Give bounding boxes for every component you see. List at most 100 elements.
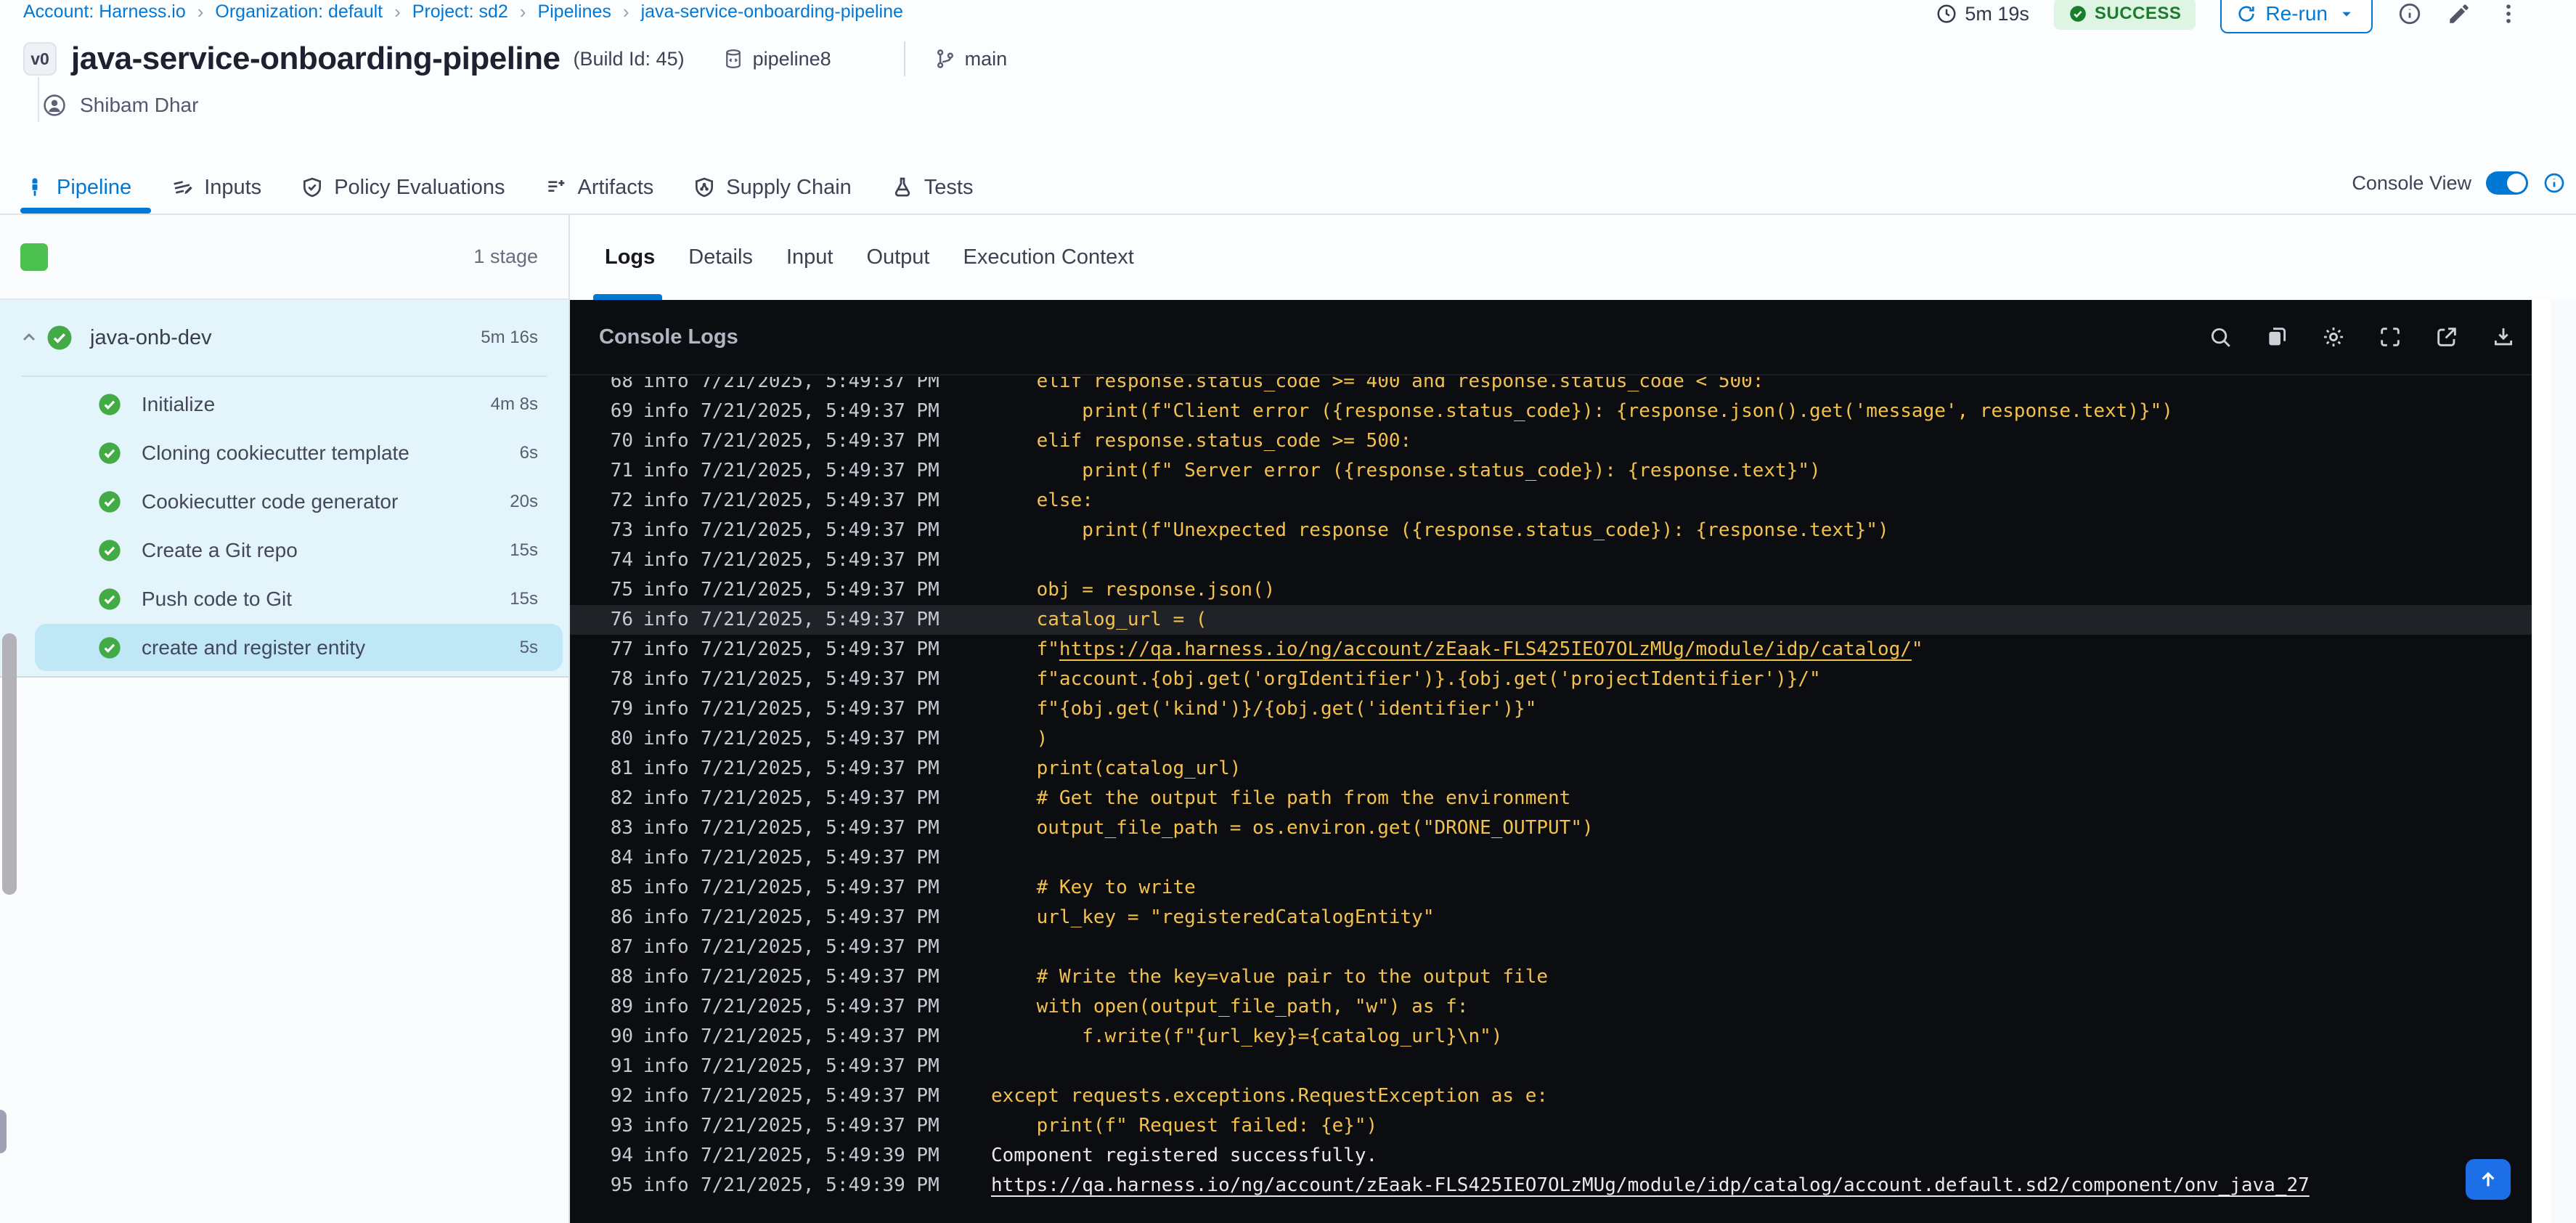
log-level: info: [643, 549, 689, 571]
tab-inputs[interactable]: Inputs: [171, 176, 261, 200]
tab-label: Inputs: [204, 175, 262, 199]
execution-summary: 5m 19s SUCCESS Re-run: [1936, 0, 2521, 33]
arrow-up-icon: [2482, 1171, 2495, 1187]
step-duration: 4m 8s: [490, 394, 538, 414]
tab-policy-evaluations[interactable]: Policy Evaluations: [301, 176, 505, 200]
log-line-number: 88: [610, 966, 633, 988]
settings-icon[interactable]: [2321, 325, 2346, 349]
open-in-new-icon[interactable]: [2434, 325, 2459, 349]
log-line: 91 info 7/21/2025, 5:49:37 PM: [570, 1052, 2532, 1081]
version-badge: v0: [23, 42, 57, 76]
step-row[interactable]: Cookiecutter code generator 20s: [0, 477, 568, 526]
tab-label: Tests: [924, 175, 974, 199]
search-icon[interactable]: [2208, 325, 2233, 349]
tab-label: Supply Chain: [726, 175, 852, 199]
info-icon[interactable]: [2397, 1, 2422, 26]
step-row[interactable]: Cloning cookiecutter template 6s: [0, 428, 568, 477]
detail-tab-execution-context[interactable]: Execution Context: [963, 245, 1134, 269]
log-line-number: 83: [610, 817, 633, 839]
log-text: Component registered successfully.: [991, 1145, 1378, 1166]
more-menu-icon[interactable]: [2496, 1, 2521, 26]
chevron-up-icon[interactable]: [19, 328, 39, 348]
log-text: url_key = "registeredCatalogEntity": [991, 906, 1435, 928]
breadcrumb-link[interactable]: java-service-onboarding-pipeline: [641, 1, 903, 23]
page-title: java-service-onboarding-pipeline: [71, 41, 561, 76]
tab-supply-chain[interactable]: Supply Chain: [693, 176, 852, 200]
console-view-info-icon[interactable]: [2543, 171, 2566, 195]
log-line: 88 info 7/21/2025, 5:49:37 PM # Write the …: [570, 962, 2532, 992]
log-line-number: 68: [610, 377, 633, 392]
detail-tab-logs[interactable]: Logs: [605, 245, 655, 269]
branch[interactable]: main: [934, 47, 1008, 70]
tab-artifacts[interactable]: Artifacts: [545, 176, 653, 200]
scroll-to-top-button[interactable]: [2466, 1159, 2511, 1200]
copy-icon[interactable]: [2265, 325, 2289, 349]
log-level: info: [643, 519, 689, 541]
log-level: info: [643, 668, 689, 690]
log-line: 81 info 7/21/2025, 5:49:37 PM print(catalo…: [570, 754, 2532, 784]
log-line-number: 73: [610, 519, 633, 541]
log-text: obj = response.json(): [991, 579, 1276, 601]
step-name: Cookiecutter code generator: [142, 489, 399, 513]
stage-name: java-onb-dev: [90, 325, 212, 349]
log-timestamp: 7/21/2025, 5:49:37 PM: [701, 668, 939, 690]
step-row[interactable]: Push code to Git 15s: [0, 574, 568, 623]
log-level: info: [643, 609, 689, 630]
stage-count-label: 1 stage: [473, 245, 538, 267]
detail-tab-details[interactable]: Details: [688, 245, 753, 269]
log-level: info: [643, 847, 689, 869]
rerun-button[interactable]: Re-run: [2220, 0, 2373, 33]
breadcrumb-separator: ›: [519, 0, 526, 23]
log-timestamp: 7/21/2025, 5:49:37 PM: [701, 430, 939, 452]
edit-pencil-icon[interactable]: [2447, 1, 2471, 26]
detail-tab-input[interactable]: Input: [786, 245, 833, 269]
log-text: ): [991, 728, 1048, 749]
panel-resize-handle[interactable]: [0, 1110, 7, 1153]
breadcrumb-link[interactable]: Project: sd2: [412, 1, 508, 23]
step-row[interactable]: create and register entity 5s: [0, 623, 568, 672]
console-scrollbar[interactable]: [2532, 300, 2551, 1223]
scrollbar-thumb[interactable]: [2, 633, 17, 895]
log-level: info: [643, 787, 689, 809]
breadcrumb-link[interactable]: Organization: default: [215, 1, 383, 23]
log-text: f"https://qa.harness.io/ng/account/zEaak…: [991, 638, 1923, 660]
log-line: 77 info 7/21/2025, 5:49:37 PM f"https://qa…: [570, 635, 2532, 665]
log-timestamp: 7/21/2025, 5:49:37 PM: [701, 609, 939, 630]
log-timestamp: 7/21/2025, 5:49:37 PM: [701, 996, 939, 1017]
log-line-number: 76: [610, 609, 633, 630]
policy-icon: [301, 176, 324, 199]
log-timestamp: 7/21/2025, 5:49:37 PM: [701, 460, 939, 482]
log-link[interactable]: https://qa.harness.io/ng/account/zEaak-F…: [1059, 638, 1912, 660]
log-line-number: 92: [610, 1085, 633, 1107]
detail-tab-output[interactable]: Output: [866, 245, 929, 269]
console-view-toggle[interactable]: [2486, 171, 2528, 195]
stage-row-java-onb-dev[interactable]: java-onb-dev 5m 16s: [0, 300, 568, 375]
log-timestamp: 7/21/2025, 5:49:37 PM: [701, 817, 939, 839]
repository-icon: [725, 49, 741, 69]
step-row[interactable]: Create a Git repo 15s: [0, 526, 568, 574]
step-row[interactable]: Initialize 4m 8s: [0, 380, 568, 428]
log-timestamp: 7/21/2025, 5:49:37 PM: [701, 519, 939, 541]
detail-tab-strip: Logs Details Input Output Execution Context: [570, 215, 2576, 300]
download-icon[interactable]: [2491, 325, 2516, 349]
log-line: 85 info 7/21/2025, 5:49:37 PM # Key to wri…: [570, 873, 2532, 903]
breadcrumb-link[interactable]: Pipelines: [537, 1, 611, 23]
log-link[interactable]: https://qa.harness.io/ng/account/zEaak-F…: [991, 1174, 2310, 1196]
log-line-number: 80: [610, 728, 633, 749]
log-text: # Key to write: [991, 877, 1196, 898]
tab-tests[interactable]: Tests: [891, 175, 974, 200]
log-level: info: [643, 698, 689, 720]
pipeline-tag[interactable]: pipeline8: [722, 48, 831, 70]
log-line: 95 info 7/21/2025, 5:49:39 PM https://qa.ha…: [570, 1171, 2532, 1200]
breadcrumb-separator: ›: [197, 0, 204, 23]
tab-pipeline[interactable]: Pipeline: [23, 176, 131, 200]
branch-label: main: [964, 47, 1008, 70]
log-timestamp: 7/21/2025, 5:49:37 PM: [701, 400, 939, 422]
success-check-icon: [98, 588, 121, 611]
fullscreen-icon[interactable]: [2378, 325, 2402, 349]
log-level: info: [643, 1025, 689, 1047]
console-title: Console Logs: [599, 325, 738, 349]
git-branch-icon: [937, 49, 953, 68]
log-text: elif response.status_code >= 500:: [991, 430, 1412, 452]
breadcrumb-link[interactable]: Account: Harness.io: [23, 1, 186, 23]
